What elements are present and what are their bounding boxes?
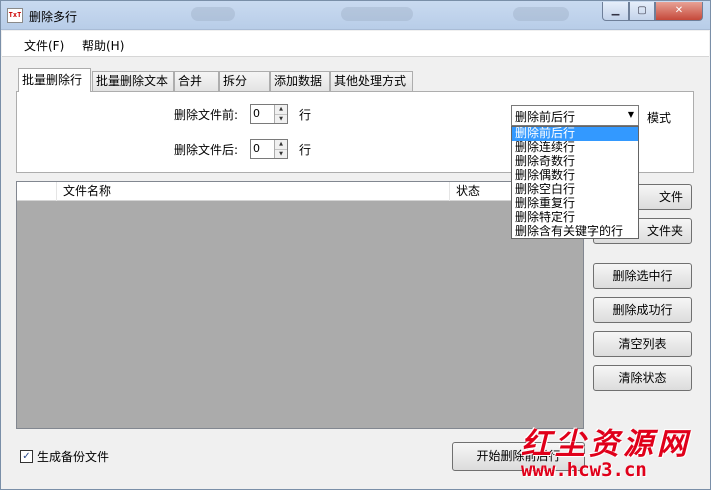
- blurred-titlebar-region: [513, 7, 569, 21]
- mode-option[interactable]: 删除偶数行: [512, 169, 638, 183]
- clear-list-button[interactable]: 清空列表: [593, 331, 692, 357]
- column-checkbox[interactable]: [17, 182, 57, 201]
- mode-dropdown-list: 删除前后行 删除连续行 删除奇数行 删除偶数行 删除空白行 删除重复行 删除特定…: [511, 126, 639, 239]
- tab-batch-delete-text[interactable]: 批量删除文本: [92, 71, 174, 91]
- delete-success-button[interactable]: 删除成功行: [593, 297, 692, 323]
- menu-help[interactable]: 帮助(H): [82, 37, 124, 54]
- blurred-titlebar-region: [191, 7, 235, 21]
- mode-option[interactable]: 删除重复行: [512, 197, 638, 211]
- after-lines-stepper[interactable]: 0 ▲ ▼: [250, 139, 288, 159]
- stepper-down-icon[interactable]: ▼: [275, 149, 287, 158]
- app-window: TxT 删除多行 ▁ ▢ ✕ 文件(F) 帮助(H) 批量删除行 批量删除文本 …: [0, 0, 711, 490]
- stepper-down-icon[interactable]: ▼: [275, 114, 287, 123]
- menu-file[interactable]: 文件(F): [24, 37, 64, 54]
- stepper-arrows[interactable]: ▲ ▼: [274, 105, 287, 123]
- before-label: 删除文件前:: [174, 108, 239, 122]
- blurred-titlebar-region: [341, 7, 413, 21]
- watermark-text: 红尘资源网: [521, 427, 691, 462]
- mode-option[interactable]: 删除含有关键字的行: [512, 225, 638, 239]
- tab-add-data[interactable]: 添加数据: [270, 71, 330, 91]
- file-list-header: 文件名称 状态: [17, 182, 583, 201]
- mode-select[interactable]: 删除前后行 ▼: [511, 105, 639, 126]
- window-title: 删除多行: [29, 10, 78, 24]
- after-lines-value[interactable]: 0: [253, 142, 260, 155]
- stepper-up-icon[interactable]: ▲: [275, 140, 287, 149]
- mode-selected-value: 删除前后行: [515, 110, 576, 124]
- before-unit-label: 行: [299, 108, 312, 122]
- title-bar[interactable]: TxT 删除多行 ▁ ▢ ✕: [1, 1, 710, 30]
- minimize-button[interactable]: ▁: [602, 2, 629, 21]
- before-lines-value[interactable]: 0: [253, 107, 260, 120]
- txt-app-icon: TxT: [7, 8, 23, 23]
- mode-option[interactable]: 删除特定行: [512, 211, 638, 225]
- tab-other-methods[interactable]: 其他处理方式: [330, 71, 413, 91]
- column-file-name[interactable]: 文件名称: [57, 182, 450, 201]
- delete-selected-button[interactable]: 删除选中行: [593, 263, 692, 289]
- stepper-arrows[interactable]: ▲ ▼: [274, 140, 287, 158]
- menu-bar: 文件(F) 帮助(H): [2, 31, 709, 57]
- before-lines-stepper[interactable]: 0 ▲ ▼: [250, 104, 288, 124]
- tab-batch-delete-lines[interactable]: 批量删除行: [18, 68, 91, 92]
- clear-status-button[interactable]: 清除状态: [593, 365, 692, 391]
- backup-checkbox[interactable]: ✓: [20, 450, 33, 463]
- file-list[interactable]: 文件名称 状态: [16, 181, 584, 429]
- after-label: 删除文件后:: [174, 143, 239, 157]
- tab-merge[interactable]: 合并: [174, 71, 219, 91]
- mode-option[interactable]: 删除奇数行: [512, 155, 638, 169]
- mode-option[interactable]: 删除连续行: [512, 141, 638, 155]
- backup-label: 生成备份文件: [37, 450, 110, 464]
- tab-split[interactable]: 拆分: [219, 71, 270, 91]
- dropdown-arrow-icon[interactable]: ▼: [628, 110, 634, 119]
- maximize-button[interactable]: ▢: [629, 2, 655, 21]
- close-button[interactable]: ✕: [655, 2, 703, 21]
- watermark-url: www.hcw3.cn: [521, 459, 647, 481]
- stepper-up-icon[interactable]: ▲: [275, 105, 287, 114]
- after-unit-label: 行: [299, 143, 312, 157]
- mode-label: 模式: [647, 111, 672, 125]
- mode-option[interactable]: 删除前后行: [512, 127, 638, 141]
- mode-option[interactable]: 删除空白行: [512, 183, 638, 197]
